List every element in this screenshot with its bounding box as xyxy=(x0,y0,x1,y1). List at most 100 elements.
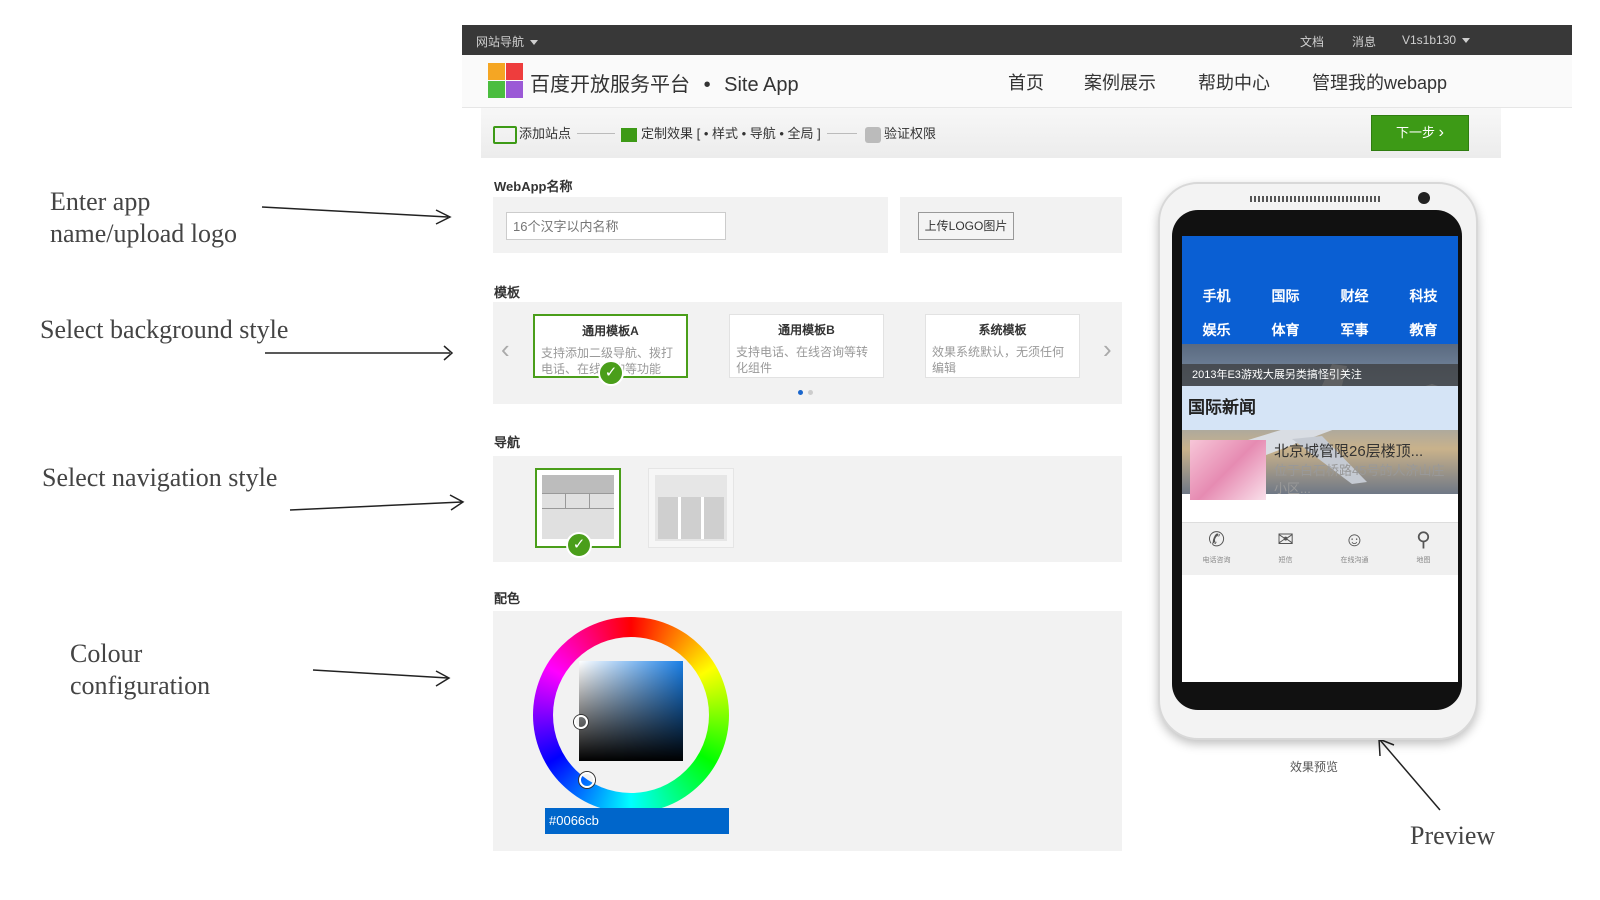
category-bar: 手机 国际 财经 科技 娱乐 体育 军事 教育 xyxy=(1182,236,1458,344)
messages-link[interactable]: 消息 xyxy=(1352,33,1376,50)
tab-sms[interactable]: ✉ 短信 xyxy=(1251,529,1320,565)
brand-name: 百度开放服务平台 xyxy=(530,74,690,96)
template-desc: 效果系统默认，无须任何编辑 xyxy=(932,345,1065,375)
site-nav-menu[interactable]: 网站导航 xyxy=(476,33,539,50)
docs-link[interactable]: 文档 xyxy=(1300,33,1324,50)
annotation-colour-line2: configuration xyxy=(70,671,211,700)
name-panel xyxy=(493,197,888,253)
tab-label: 电话咨询 xyxy=(1202,557,1231,564)
news-title[interactable]: 北京城管限26层楼顶... xyxy=(1274,440,1423,461)
chevron-right-icon[interactable]: › xyxy=(1103,334,1112,365)
arrowhead-background xyxy=(443,345,454,361)
nav-manage-webapp[interactable]: 管理我的webapp xyxy=(1312,69,1447,95)
next-step-button[interactable]: 下一步 › xyxy=(1371,115,1469,151)
nav-panel: ✓ xyxy=(493,456,1122,562)
monitor-icon xyxy=(493,125,517,144)
chat-icon: ☺ xyxy=(1344,529,1365,551)
logo-panel: 上传LOGO图片 xyxy=(900,197,1122,253)
annotation-preview: Preview xyxy=(1410,821,1496,850)
pager-dot[interactable] xyxy=(808,390,813,395)
category-item[interactable]: 科技 xyxy=(1389,286,1458,306)
nav-label: 导航 xyxy=(494,435,521,450)
annotation-navigation: Select navigation style xyxy=(42,463,278,492)
chevron-down-icon xyxy=(530,40,539,46)
news-desc: 位于白石桥路45号的人济山庄小区... xyxy=(1274,463,1445,496)
tab-label: 短信 xyxy=(1278,557,1293,564)
webapp-name-label: WebApp名称 xyxy=(494,179,573,194)
site-nav-label: 网站导航 xyxy=(476,35,525,49)
template-card-b[interactable]: 通用模板B 支持电话、在线咨询等转化组件 xyxy=(729,314,884,378)
template-card-system[interactable]: 系统模板 效果系统默认，无须任何编辑 xyxy=(925,314,1080,378)
map-pin-icon: ⚲ xyxy=(1416,529,1431,551)
check-icon: ✓ xyxy=(598,360,624,386)
pager-dot-active[interactable] xyxy=(798,390,803,395)
template-panel: ‹ 通用模板A 支持添加二级导航、拨打电话、在线咨询等功能 ✓ 通用模板B 支持… xyxy=(493,302,1122,404)
arrow-preview xyxy=(1379,739,1441,811)
color-saturation-square[interactable] xyxy=(579,661,683,761)
tab-label: 地图 xyxy=(1416,557,1431,564)
brand-separator: • xyxy=(703,74,711,96)
section-header: 国际新闻 xyxy=(1182,386,1458,430)
tab-label: 在线沟通 xyxy=(1340,557,1369,564)
tab-chat[interactable]: ☺ 在线沟通 xyxy=(1320,529,1389,565)
template-title: 通用模板A xyxy=(582,324,639,338)
nav-style-preview-divider xyxy=(589,494,590,508)
color-panel: #0066cb xyxy=(493,611,1122,851)
template-title: 系统模板 xyxy=(978,323,1027,337)
annotation-background: Select background style xyxy=(40,315,289,344)
step-add-site-label: 添加站点 xyxy=(519,126,572,141)
annotation-logo-line2: name/upload logo xyxy=(50,219,238,248)
nav-style-preview-header xyxy=(542,475,614,493)
nav-home[interactable]: 首页 xyxy=(1008,69,1044,95)
annotation-logo: Enter app name/upload logo xyxy=(50,186,237,250)
news-thumbnail[interactable] xyxy=(1190,440,1266,500)
annotation-logo-line1: Enter app xyxy=(50,187,151,216)
phone-preview: 手机 国际 财经 科技 娱乐 体育 军事 教育 2013年E3游戏大展另类搞怪引… xyxy=(1158,182,1478,740)
category-item[interactable]: 财经 xyxy=(1320,286,1389,306)
step-verify: 验证权限 xyxy=(865,123,936,143)
nav-help[interactable]: 帮助中心 xyxy=(1198,69,1270,95)
phone-screen: 手机 国际 财经 科技 娱乐 体育 军事 教育 2013年E3游戏大展另类搞怪引… xyxy=(1182,236,1458,682)
wizard-steps: 添加站点 定制效果 [ • 样式 • 导航 • 全局 ] 验证权限 下一步 › xyxy=(481,108,1501,158)
color-hex-input[interactable]: #0066cb xyxy=(545,808,729,834)
category-item[interactable]: 国际 xyxy=(1251,286,1320,306)
check-icon: ✓ xyxy=(566,532,592,558)
webapp-name-input[interactable] xyxy=(506,212,726,240)
hue-handle[interactable] xyxy=(579,772,595,788)
category-item[interactable]: 教育 xyxy=(1389,320,1458,340)
arrowhead-navigation xyxy=(449,494,465,511)
nav-style-option-2[interactable] xyxy=(648,468,734,548)
chevron-left-icon[interactable]: ‹ xyxy=(501,334,510,365)
nav-style-preview-grid xyxy=(658,497,724,539)
user-menu[interactable]: V1s1b130 xyxy=(1402,33,1471,47)
step-verify-label: 验证权限 xyxy=(884,126,937,141)
step-divider xyxy=(827,133,857,134)
nav-cases[interactable]: 案例展示 xyxy=(1084,69,1156,95)
speaker-grille xyxy=(1250,196,1380,202)
step-divider xyxy=(577,133,615,134)
arrow-logo xyxy=(261,206,449,218)
chevron-down-icon xyxy=(1462,38,1471,44)
step-customize-label: 定制效果 [ • 样式 • 导航 • 全局 ] xyxy=(641,126,821,141)
category-item[interactable]: 娱乐 xyxy=(1182,320,1251,340)
user-name: V1s1b130 xyxy=(1402,33,1457,47)
site-header: 百度开放服务平台 • Site App 首页 案例展示 帮助中心 管理我的web… xyxy=(462,55,1572,108)
annotation-colour-line1: Colour xyxy=(70,639,143,668)
top-bar: 网站导航 文档 消息 V1s1b130 xyxy=(462,25,1572,55)
nav-style-preview xyxy=(542,475,614,539)
annotation-colour: Colour configuration xyxy=(70,638,210,702)
saturation-handle[interactable] xyxy=(574,715,588,729)
paint-roller-icon xyxy=(621,127,637,142)
hero-caption: 2013年E3游戏大展另类搞怪引关注 xyxy=(1182,364,1458,386)
category-item[interactable]: 手机 xyxy=(1182,286,1251,306)
chevron-right-icon: › xyxy=(1438,124,1444,141)
upload-logo-button[interactable]: 上传LOGO图片 xyxy=(918,212,1014,240)
camera-icon xyxy=(1418,192,1430,204)
phone-icon: ✆ xyxy=(1208,529,1225,551)
category-item[interactable]: 体育 xyxy=(1251,320,1320,340)
preview-label: 效果预览 xyxy=(1290,760,1339,774)
brand-title: 百度开放服务平台 • Site App xyxy=(530,68,799,97)
category-item[interactable]: 军事 xyxy=(1320,320,1389,340)
tab-phone[interactable]: ✆ 电话咨询 xyxy=(1182,529,1251,565)
tab-map[interactable]: ⚲ 地图 xyxy=(1389,529,1458,565)
